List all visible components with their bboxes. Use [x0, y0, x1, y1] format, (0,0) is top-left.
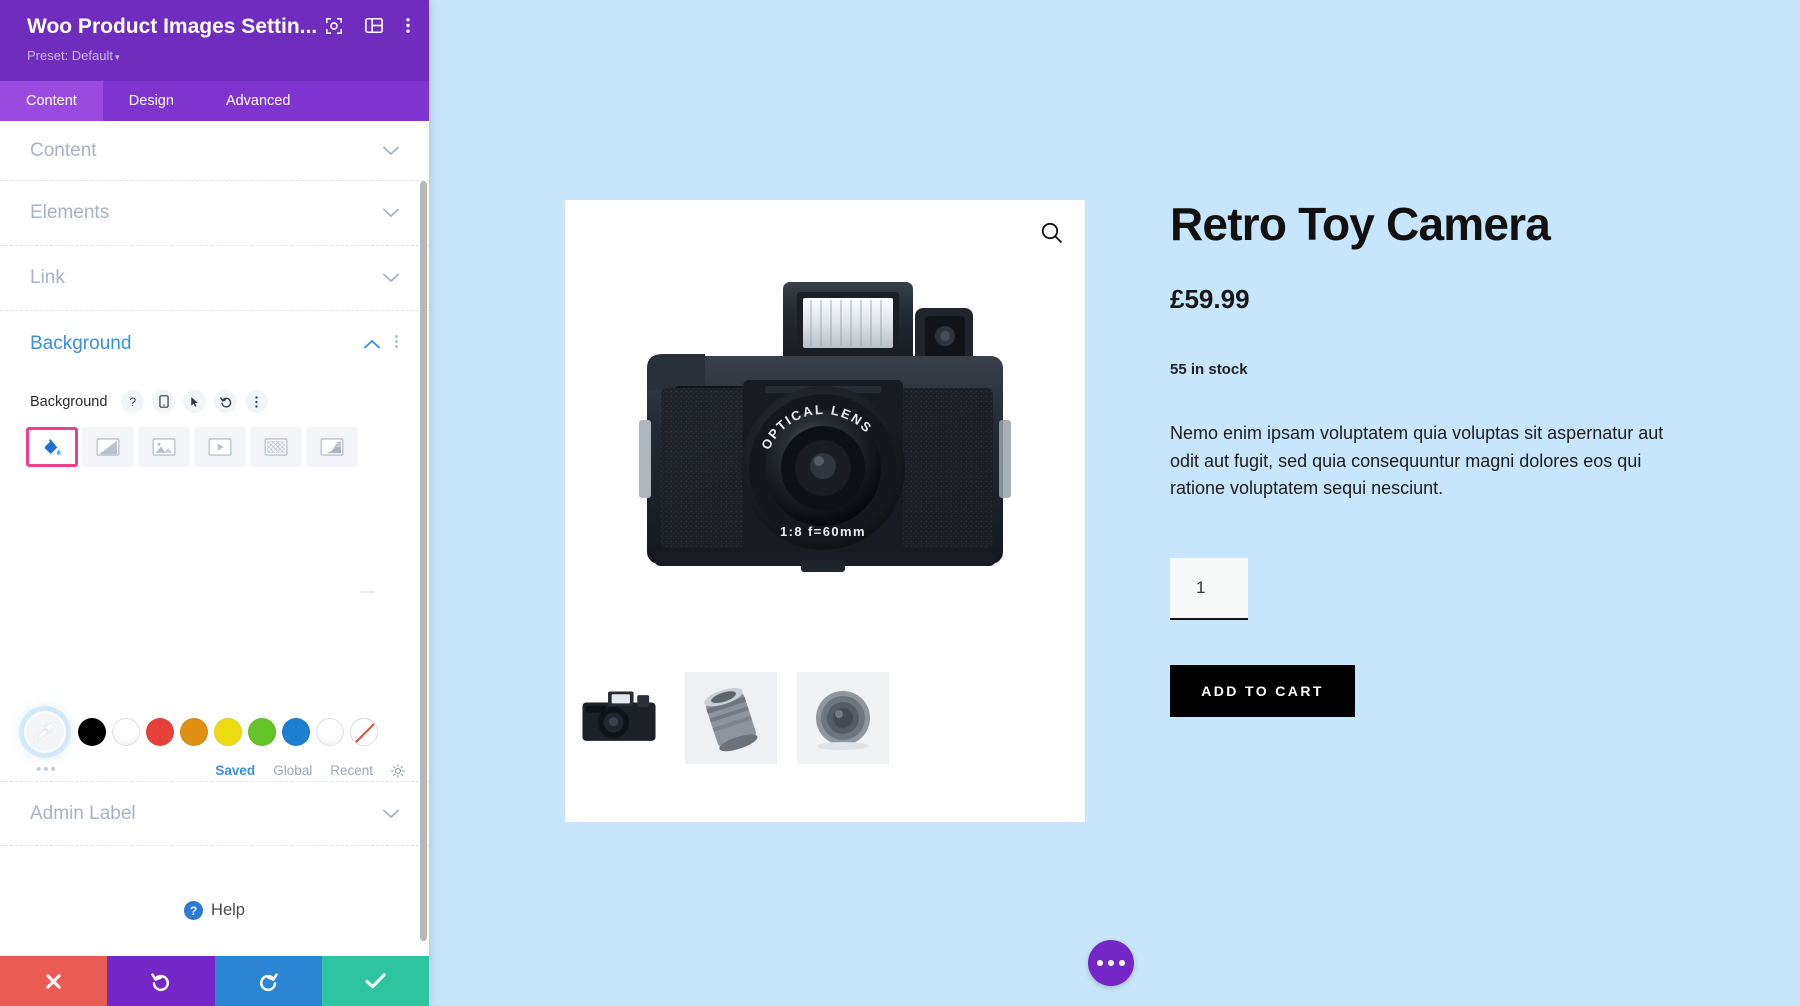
product-gallery: OPTICAL LENS 1:8 f=60mm	[565, 200, 1085, 822]
chevron-down-icon[interactable]	[383, 146, 399, 156]
product-stock-status: 55 in stock	[1170, 361, 1248, 379]
options-kebab-icon[interactable]	[245, 390, 269, 413]
product-main-image[interactable]: OPTICAL LENS 1:8 f=60mm	[615, 260, 1035, 640]
cancel-button[interactable]	[0, 956, 108, 1006]
section-elements-label: Elements	[30, 202, 110, 223]
swatch-orange[interactable]	[180, 718, 208, 746]
ellipsis-icon-dot-2	[1108, 960, 1114, 966]
product-title: Retro Toy Camera	[1170, 198, 1551, 250]
swatch-red[interactable]	[146, 718, 174, 746]
eyedropper-icon[interactable]	[24, 711, 66, 753]
hover-cursor-icon[interactable]	[183, 390, 207, 413]
chevron-down-icon: ▾	[115, 52, 120, 62]
thumbnail-camera[interactable]	[573, 672, 665, 764]
reset-undo-icon[interactable]	[214, 390, 238, 413]
background-gradient-tab[interactable]	[82, 427, 134, 467]
swatch-white[interactable]	[112, 718, 140, 746]
chevron-down-icon[interactable]	[383, 273, 399, 283]
add-to-cart-button[interactable]: ADD TO CART	[1170, 665, 1355, 718]
panel-action-bar	[0, 956, 429, 1006]
section-background[interactable]: Background	[0, 311, 429, 376]
tab-design[interactable]: Design	[103, 81, 200, 121]
panel-divider	[360, 591, 374, 593]
product-description: Nemo enim ipsam voluptatem quia voluptas…	[1170, 423, 1664, 499]
section-admin-label-label: Admin Label	[30, 802, 136, 824]
gear-icon[interactable]	[391, 763, 405, 778]
check-icon	[365, 973, 386, 989]
section-elements[interactable]: Elements	[0, 181, 429, 246]
panel-title: Woo Product Images Settin...	[27, 15, 318, 38]
panel-scrollbar[interactable]	[420, 181, 427, 941]
chevron-down-icon[interactable]	[383, 208, 399, 218]
palette-tab-saved[interactable]: Saved	[215, 763, 255, 778]
chevron-down-icon[interactable]	[383, 809, 399, 819]
panel-header: Woo Product Images Settin... Preset: Def…	[0, 0, 429, 81]
palette-tab-global[interactable]: Global	[273, 763, 312, 778]
background-field-header: Background ?	[0, 376, 429, 413]
swatch-black[interactable]	[78, 718, 106, 746]
palette-tab-recent[interactable]: Recent	[330, 763, 373, 778]
page-settings-fab[interactable]	[1088, 940, 1134, 986]
background-pattern-tab[interactable]	[250, 427, 302, 467]
svg-text:1:8 f=60mm: 1:8 f=60mm	[780, 524, 866, 539]
product-summary: Retro Toy Camera £59.99 55 in stock Nemo…	[1170, 198, 1730, 718]
undo-arrow-icon	[151, 972, 170, 991]
product-price: £59.99	[1170, 284, 1250, 315]
kebab-menu-icon[interactable]	[405, 16, 411, 35]
background-type-tabs	[0, 413, 429, 467]
save-button[interactable]	[321, 956, 429, 1006]
swatch-transparent[interactable]	[350, 718, 378, 746]
section-link[interactable]: Link	[0, 246, 429, 311]
color-palette: ••• Saved Global Recent	[0, 711, 429, 778]
ellipsis-icon-dot-1	[1097, 960, 1103, 966]
help-button[interactable]: ? Help	[0, 901, 429, 920]
swatch-blue[interactable]	[282, 718, 310, 746]
palette-tab-row: Saved Global Recent	[215, 763, 405, 778]
module-settings-panel: Woo Product Images Settin... Preset: Def…	[0, 0, 429, 1006]
swatch-white-2[interactable]	[316, 718, 344, 746]
focus-target-icon[interactable]	[325, 17, 343, 35]
help-icon: ?	[184, 901, 204, 920]
panel-layout-icon[interactable]	[365, 17, 383, 34]
section-content-label: Content	[30, 139, 97, 161]
magnifier-icon[interactable]	[1039, 220, 1065, 246]
undo-button[interactable]	[107, 956, 215, 1006]
thumbnail-lens-front[interactable]	[797, 672, 889, 764]
ellipsis-icon-dot-3	[1119, 960, 1125, 966]
background-video-tab[interactable]	[194, 427, 246, 467]
quantity-input[interactable]: 1	[1170, 558, 1248, 621]
background-field-label: Background	[30, 393, 108, 410]
thumbnail-lens-angled[interactable]	[685, 672, 777, 764]
panel-header-icons	[325, 16, 411, 35]
tab-advanced[interactable]: Advanced	[200, 81, 317, 121]
background-color-tab[interactable]	[26, 427, 78, 467]
preset-selector[interactable]: Preset: Default ▾	[27, 48, 120, 63]
preset-label: Preset: Default	[27, 48, 113, 63]
gallery-thumbnails	[565, 672, 1085, 782]
section-background-label: Background	[30, 332, 132, 354]
section-admin-label[interactable]: Admin Label	[0, 781, 429, 846]
redo-button[interactable]	[214, 956, 322, 1006]
responsive-mobile-icon[interactable]	[152, 390, 176, 413]
background-image-tab[interactable]	[138, 427, 190, 467]
section-background-kebab-icon[interactable]	[394, 333, 399, 355]
panel-body: Content Elements Link Background Backgro…	[0, 121, 429, 976]
swatch-green[interactable]	[248, 718, 276, 746]
tab-content[interactable]: Content	[0, 81, 103, 121]
section-content[interactable]: Content	[0, 121, 429, 181]
help-label: Help	[211, 901, 245, 919]
help-icon[interactable]: ?	[121, 390, 145, 413]
product-layout: OPTICAL LENS 1:8 f=60mm Retro Toy Camera…	[565, 200, 1750, 840]
background-settings: Background ?	[0, 376, 429, 593]
section-link-label: Link	[30, 267, 65, 288]
section-background-controls	[364, 333, 399, 355]
background-mask-tab[interactable]	[306, 427, 358, 467]
chevron-up-icon[interactable]	[364, 339, 380, 349]
close-x-icon	[46, 973, 61, 989]
panel-tabs: Content Design Advanced	[0, 81, 429, 121]
redo-arrow-icon	[259, 972, 278, 991]
palette-swatch-row	[0, 711, 429, 753]
swatch-yellow[interactable]	[214, 718, 242, 746]
